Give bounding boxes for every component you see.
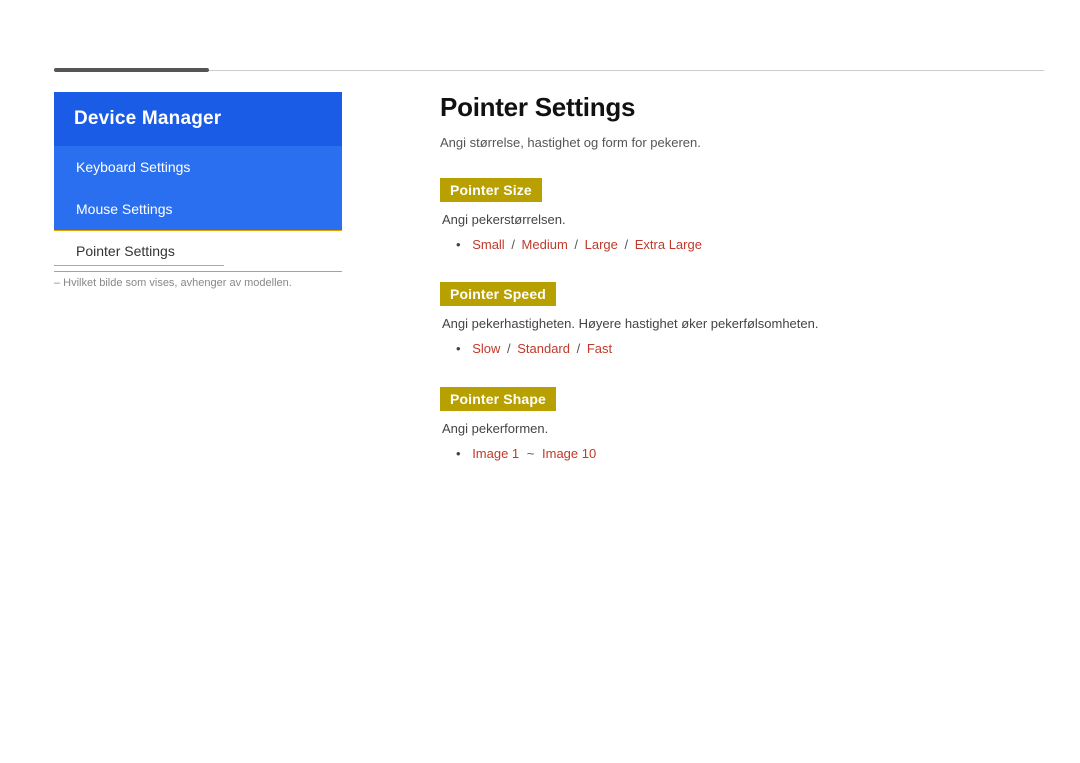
sidebar-item-mouse[interactable]: Mouse Settings [54, 188, 342, 230]
top-bar-accent [54, 68, 209, 72]
section-pointer-speed: Pointer Speed Angi pekerhastigheten. Høy… [440, 282, 1026, 360]
section-desc-pointer-size: Angi pekerstørrelsen. [442, 212, 1026, 227]
top-bar [54, 68, 1044, 72]
section-pointer-size: Pointer Size Angi pekerstørrelsen. Small… [440, 178, 1026, 256]
section-pointer-shape: Pointer Shape Angi pekerformen. Image 1 … [440, 387, 1026, 465]
sidebar-note: – Hvilket bilde som vises, avhenger av m… [54, 265, 342, 291]
section-desc-pointer-shape: Angi pekerformen. [442, 421, 1026, 436]
sidebar-title: Device Manager [74, 108, 221, 129]
option-medium[interactable]: Medium [522, 237, 568, 252]
option-standard[interactable]: Standard [517, 341, 570, 356]
sidebar-note-text: – Hvilket bilde som vises, avhenger av m… [54, 276, 342, 291]
option-small[interactable]: Small [472, 237, 505, 252]
sidebar-header: Device Manager [54, 92, 342, 146]
section-title-pointer-shape: Pointer Shape [440, 387, 556, 411]
sidebar-note-divider [54, 265, 224, 266]
list-item: Small / Medium / Large / Extra Large [456, 233, 1026, 256]
option-image1[interactable]: Image 1 [472, 446, 519, 461]
top-bar-line [209, 70, 1044, 71]
sidebar-item-keyboard[interactable]: Keyboard Settings [54, 146, 342, 188]
main-content: Pointer Settings Angi størrelse, hastigh… [440, 92, 1026, 491]
section-desc-pointer-speed: Angi pekerhastigheten. Høyere hastighet … [442, 316, 1026, 331]
list-item: Image 1 ~ Image 10 [456, 442, 1026, 465]
option-extra-large[interactable]: Extra Large [635, 237, 702, 252]
section-title-pointer-speed: Pointer Speed [440, 282, 556, 306]
section-options-pointer-shape: Image 1 ~ Image 10 [456, 442, 1026, 465]
page-subtitle: Angi størrelse, hastighet og form for pe… [440, 135, 1026, 150]
section-title-pointer-size: Pointer Size [440, 178, 542, 202]
sidebar: Device Manager Keyboard Settings Mouse S… [54, 92, 342, 272]
section-options-pointer-size: Small / Medium / Large / Extra Large [456, 233, 1026, 256]
option-slow[interactable]: Slow [472, 341, 500, 356]
option-image10[interactable]: Image 10 [542, 446, 596, 461]
option-fast[interactable]: Fast [587, 341, 612, 356]
option-large[interactable]: Large [585, 237, 618, 252]
page-title: Pointer Settings [440, 92, 1026, 123]
list-item: Slow / Standard / Fast [456, 337, 1026, 360]
section-options-pointer-speed: Slow / Standard / Fast [456, 337, 1026, 360]
